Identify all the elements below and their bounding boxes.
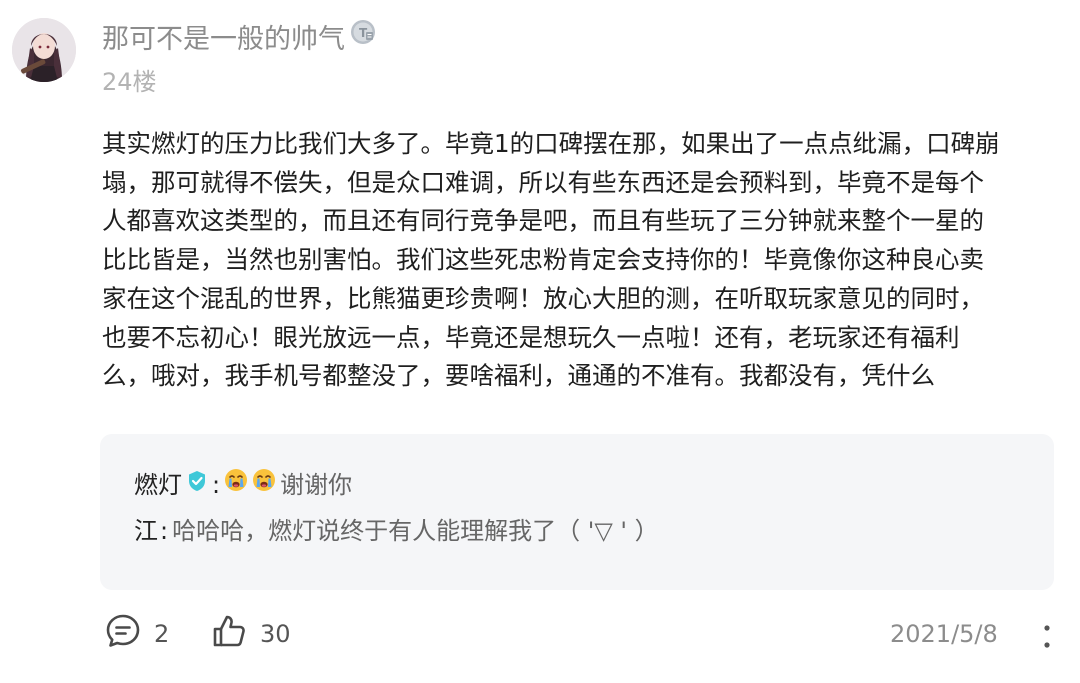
reply-text: 谢谢你 bbox=[280, 471, 353, 499]
username-text[interactable]: 那可不是一般的帅气 bbox=[102, 24, 345, 55]
reply-author[interactable]: 江 bbox=[134, 517, 158, 545]
level-badge-icon: T bbox=[349, 18, 377, 58]
thumbs-up-icon bbox=[210, 612, 248, 656]
reply-item[interactable]: 江: 哈哈哈，燃灯说终于有人能理解我了（ '▽ ' ） bbox=[134, 514, 659, 548]
comment-icon bbox=[104, 612, 142, 656]
reply-separator: : bbox=[212, 471, 221, 499]
like-button[interactable]: 30 bbox=[210, 612, 291, 656]
reply-author[interactable]: 燃灯 bbox=[134, 471, 182, 499]
reply-text: 哈哈哈，燃灯说终于有人能理解我了（ '▽ ' ） bbox=[172, 517, 659, 545]
content-line: 比比皆是，当然也别害怕。我们这些死忠粉肯定会支持你的！毕竟像你这种良心卖 bbox=[102, 245, 984, 275]
replies-box[interactable]: 燃灯 : 谢谢你 江: 哈哈哈，燃灯说终于有人能理解我了（ '▽ ' ） bbox=[100, 434, 1054, 590]
post-date: 2021/5/8 bbox=[890, 620, 998, 648]
content-line: 人都喜欢这类型的，而且还有同行竞争是吧，而且有些玩了三分钟就来整个一星的 bbox=[102, 206, 984, 236]
username[interactable]: 那可不是一般的帅气 T bbox=[102, 18, 377, 60]
reply-separator: : bbox=[160, 517, 169, 545]
more-options-button[interactable] bbox=[1036, 620, 1058, 654]
avatar-image bbox=[12, 18, 76, 82]
content-line: 也要不忘初心！眼光放远一点，毕竟还是想玩久一点啦！还有，老玩家还有福利 bbox=[102, 322, 960, 352]
content-line: 其实燃灯的压力比我们大多了。毕竟1的口碑摆在那，如果出了一点点纰漏，口碑崩 bbox=[102, 129, 1000, 158]
reply-item[interactable]: 燃灯 : 谢谢你 bbox=[134, 468, 352, 502]
content-line: 塌，那可就得不偿失，但是众口难调，所以有些东西还是会预料到，毕竟不是每个 bbox=[102, 167, 984, 197]
content-line: 家在这个混乱的世界，比熊猫更珍贵啊！放心大胆的测，在听取玩家意见的同时， bbox=[102, 283, 984, 313]
more-vertical-icon bbox=[1036, 625, 1058, 658]
comment-count: 2 bbox=[154, 620, 170, 648]
floor-number: 24楼 bbox=[102, 68, 157, 96]
crying-emoji-icon bbox=[224, 467, 248, 501]
crying-emoji-icon bbox=[252, 467, 276, 501]
like-count: 30 bbox=[260, 620, 291, 648]
comment-content: 其实燃灯的压力比我们大多了。毕竟1的口碑摆在那，如果出了一点点纰漏，口碑崩 塌，… bbox=[102, 125, 1052, 396]
comment-button[interactable]: 2 bbox=[104, 612, 169, 656]
content-line: 么，哦对，我手机号都整没了，要啥福利，通通的不准有。我都没有，凭什么 bbox=[102, 361, 935, 391]
verified-badge-icon bbox=[186, 467, 208, 501]
avatar[interactable] bbox=[12, 18, 76, 82]
